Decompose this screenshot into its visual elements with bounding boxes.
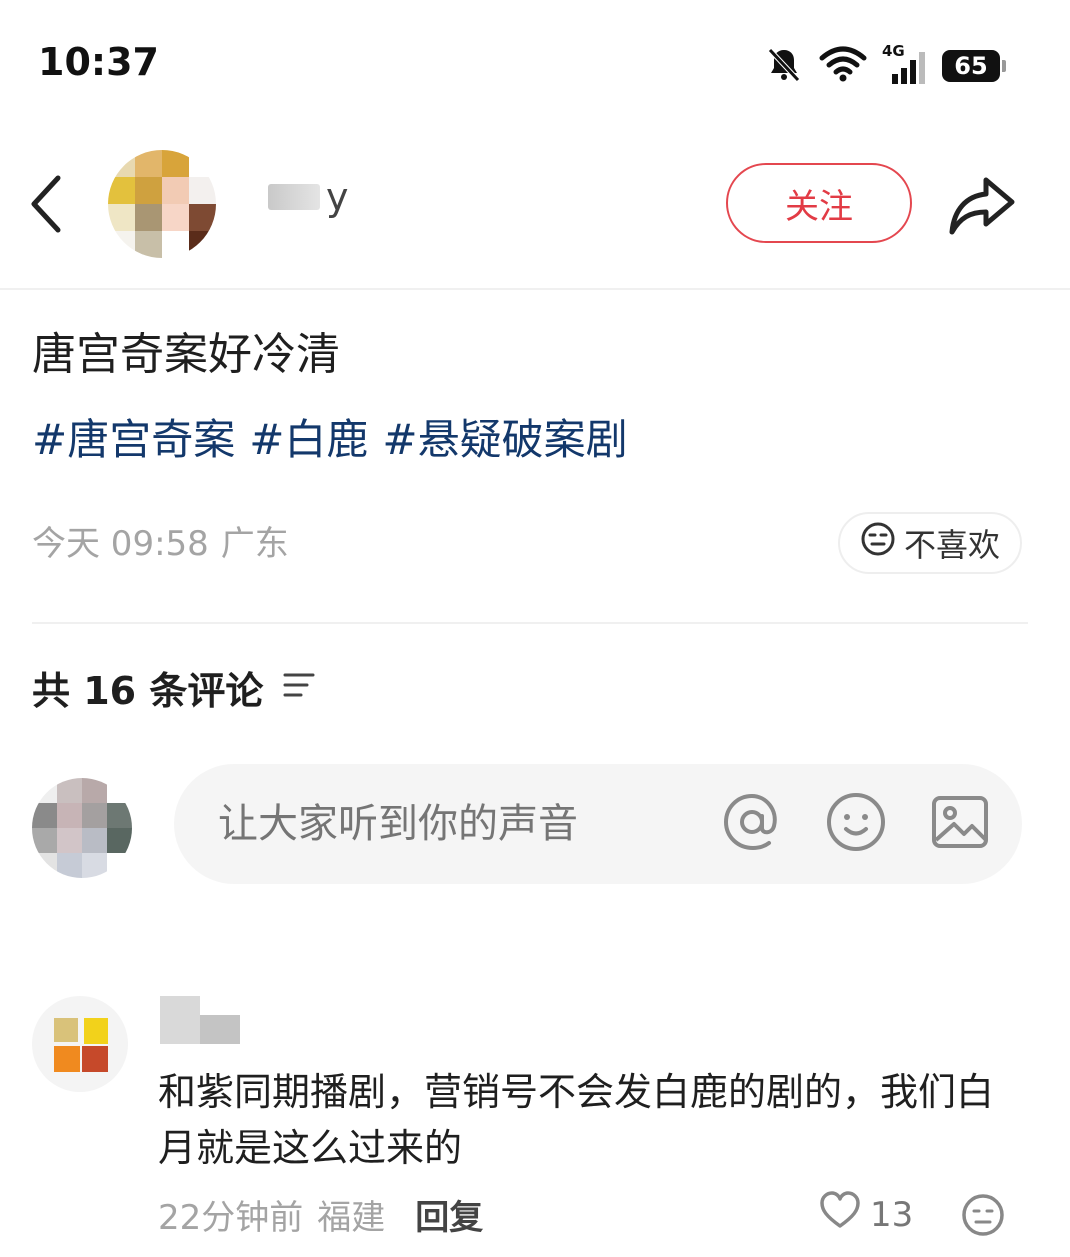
- post-location: 广东: [220, 524, 289, 564]
- back-arrow-icon[interactable]: [26, 172, 66, 240]
- blurred-name-segment: [268, 184, 320, 210]
- post-date: 今天 09:58: [32, 524, 209, 564]
- comment-count-heading: 共 16 条评论: [32, 660, 319, 715]
- at-icon[interactable]: [720, 790, 784, 858]
- author-name[interactable]: y: [268, 178, 349, 216]
- follow-button[interactable]: 关注: [726, 163, 912, 243]
- neutral-face-icon: [860, 521, 896, 565]
- comment-text: 和紫同期播剧，营销号不会发白鹿的剧的，我们白月就是这么过来的: [158, 1070, 995, 1170]
- blurred-name-segment: [200, 996, 240, 1044]
- status-time: 10:37: [38, 40, 159, 84]
- blurred-name-segment: [160, 996, 200, 1044]
- post-tags: #唐宫奇案 #白鹿 #悬疑破案剧: [32, 406, 628, 467]
- dislike-label: 不喜欢: [903, 526, 1000, 564]
- heart-icon: [818, 1190, 862, 1239]
- comment-count-label: 共 16 条评论: [32, 669, 264, 713]
- cellular-signal-icon: 4G: [882, 42, 928, 86]
- author-avatar[interactable]: [108, 150, 216, 258]
- dislike-comment-icon[interactable]: [960, 1192, 1006, 1242]
- tag-link[interactable]: #白鹿: [249, 406, 368, 467]
- tag-link[interactable]: #悬疑破案剧: [382, 406, 627, 467]
- author-name-suffix: y: [326, 175, 349, 219]
- wifi-icon: [818, 44, 868, 88]
- status-icons: 4G 65: [764, 42, 1006, 88]
- battery-icon: 65: [942, 50, 1006, 82]
- my-avatar: [32, 778, 132, 878]
- post-title: 唐宫奇案好冷清: [32, 329, 340, 380]
- comment-like-button[interactable]: 13: [818, 1190, 913, 1239]
- comment-input-actions: [720, 790, 992, 858]
- emoji-icon[interactable]: [824, 790, 888, 858]
- sort-filter-icon[interactable]: [279, 666, 319, 710]
- commenter-avatar[interactable]: [32, 996, 128, 1092]
- comment-location: 福建: [317, 1198, 386, 1238]
- commenter-name[interactable]: [160, 996, 240, 1044]
- header-divider: [0, 288, 1070, 290]
- mute-bell-icon: [764, 44, 804, 88]
- section-divider: [32, 622, 1028, 624]
- like-count: 13: [870, 1194, 914, 1235]
- share-arrow-icon[interactable]: [946, 172, 1018, 242]
- comment-time: 22分钟前: [158, 1198, 304, 1238]
- comment-meta: 22分钟前 福建 回复: [158, 1190, 483, 1239]
- post-meta: 今天 09:58 广东: [32, 516, 289, 565]
- image-icon[interactable]: [928, 790, 992, 858]
- tag-link[interactable]: #唐宫奇案: [32, 406, 235, 467]
- reply-button[interactable]: 回复: [415, 1190, 483, 1239]
- dislike-button[interactable]: 不喜欢: [838, 512, 1022, 574]
